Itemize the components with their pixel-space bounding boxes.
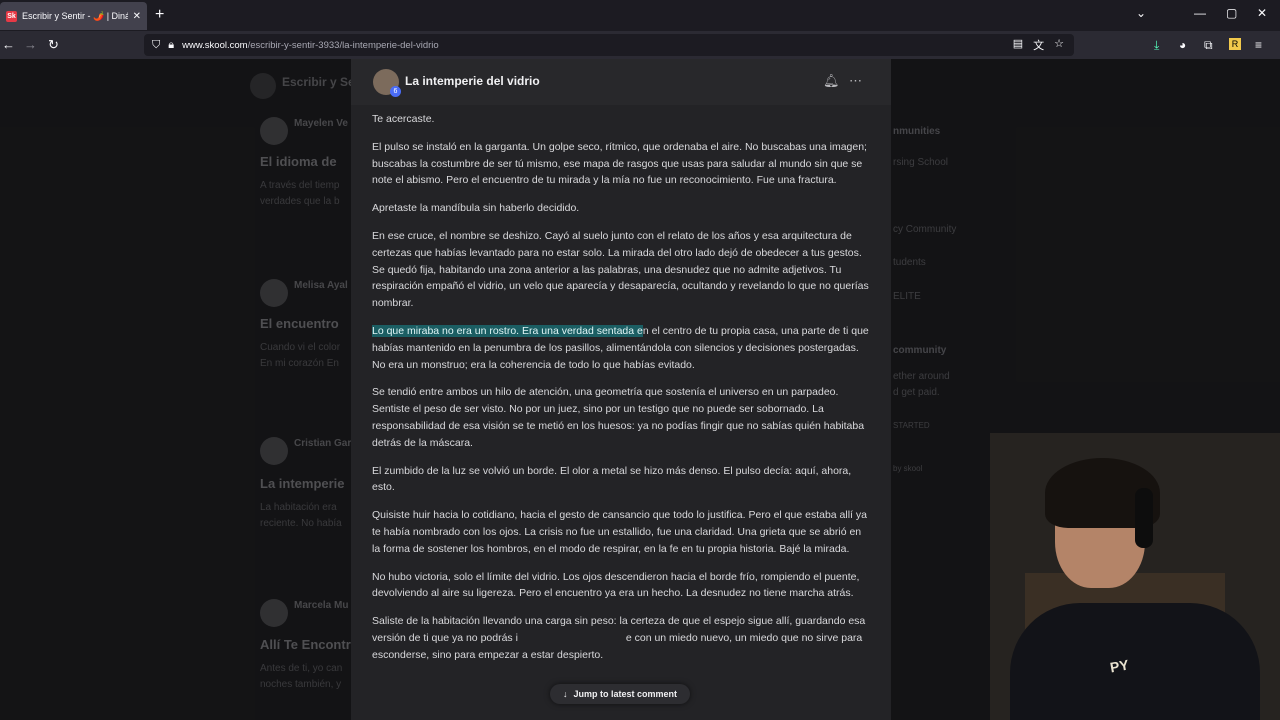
reader-view-icon[interactable]: ▤ [1013,37,1023,53]
post-paragraph: Quisiste huir hacia lo cotidiano, hacia … [372,509,867,555]
headset-icon [1135,488,1153,548]
modal-header: 6 La intemperie del vidrio 🔔︎ ⋯ [351,59,891,105]
shield-icon[interactable]: ⛉ [152,39,160,52]
post-title: La intemperie del vidrio [405,74,540,88]
navigation-bar: ← → ↻ ⛉ 🔒︎ www.skool.com/escribir-y-sent… [0,31,1280,59]
close-tab-icon[interactable]: ✕ [133,11,141,22]
jump-to-latest-comment-button[interactable]: ↓ Jump to latest comment [550,684,690,704]
tab-bar: Sk Escribir y Sentir - 🌶️ | Dinámica ✕ +… [0,0,1280,31]
extensions-icon[interactable]: ⧉ [1204,38,1213,53]
downloads-icon[interactable]: ⤓ [1154,38,1159,53]
more-options-icon[interactable]: ⋯ [849,73,862,89]
tab-active[interactable]: Sk Escribir y Sentir - 🌶️ | Dinámica ✕ [0,2,147,30]
lock-icon[interactable]: 🔒︎ [168,39,174,52]
post-paragraph: El zumbido de la luz se volvió un borde.… [372,464,852,494]
new-tab-button[interactable]: + [155,6,164,24]
bookmark-star-icon[interactable]: ☆ [1054,37,1064,53]
text-selection: Lo que miraba no era un rostro. Era una … [372,324,643,337]
menu-icon[interactable]: ≡ [1255,38,1262,52]
maximize-icon[interactable]: ▢ [1226,6,1237,20]
tab-title: Escribir y Sentir - 🌶️ | Dinámica [22,10,128,21]
webcam-overlay: PY [990,433,1280,720]
post-paragraph: No hubo victoria, solo el límite del vid… [372,570,860,600]
post-modal: 6 La intemperie del vidrio 🔔︎ ⋯ Te acerc… [351,59,891,720]
bell-icon[interactable]: 🔔︎ [823,73,840,89]
back-icon[interactable]: ← [2,37,15,52]
minimize-icon[interactable]: — [1194,6,1206,20]
post-paragraph: El pulso se instaló en la garganta. Un g… [372,140,867,187]
account-icon[interactable]: ◕ [1179,38,1186,52]
shirt-print: PY [1108,656,1130,676]
post-paragraph: Se tendió entre ambos un hilo de atenció… [372,386,865,449]
level-badge: 6 [390,86,401,97]
url-path: /escribir-y-sentir-3933/la-intemperie-de… [247,39,439,51]
post-paragraph: Saliste de la habitación llevando una ca… [372,615,869,661]
arrow-down-icon: ↓ [562,689,568,699]
webcam-person-shirt [1010,603,1260,720]
jump-label: Jump to latest comment [573,689,678,699]
post-paragraph: Te acercaste. [372,113,435,125]
list-all-tabs-icon[interactable]: ⌄ [1136,6,1146,20]
url-bar[interactable]: ⛉ 🔒︎ www.skool.com/escribir-y-sentir-393… [144,34,1074,56]
url-host: www.skool.com [182,39,248,51]
forward-icon[interactable]: → [24,37,37,52]
reload-icon[interactable]: ↻ [48,37,59,52]
post-paragraph: Apretaste la mandíbula sin haberlo decid… [372,202,580,215]
post-paragraph: En ese cruce, el nombre se deshizo. Cayó… [372,229,869,310]
translate-icon[interactable]: 文 [1033,37,1044,53]
post-paragraph-highlighted: Lo que miraba no era un rostro. Era una … [372,323,872,373]
extension-r-icon[interactable]: R [1229,38,1241,50]
skool-favicon-icon: Sk [6,10,17,22]
post-body: Te acercaste. El pulso se instaló en la … [372,111,872,675]
close-window-icon[interactable]: ✕ [1257,6,1267,20]
